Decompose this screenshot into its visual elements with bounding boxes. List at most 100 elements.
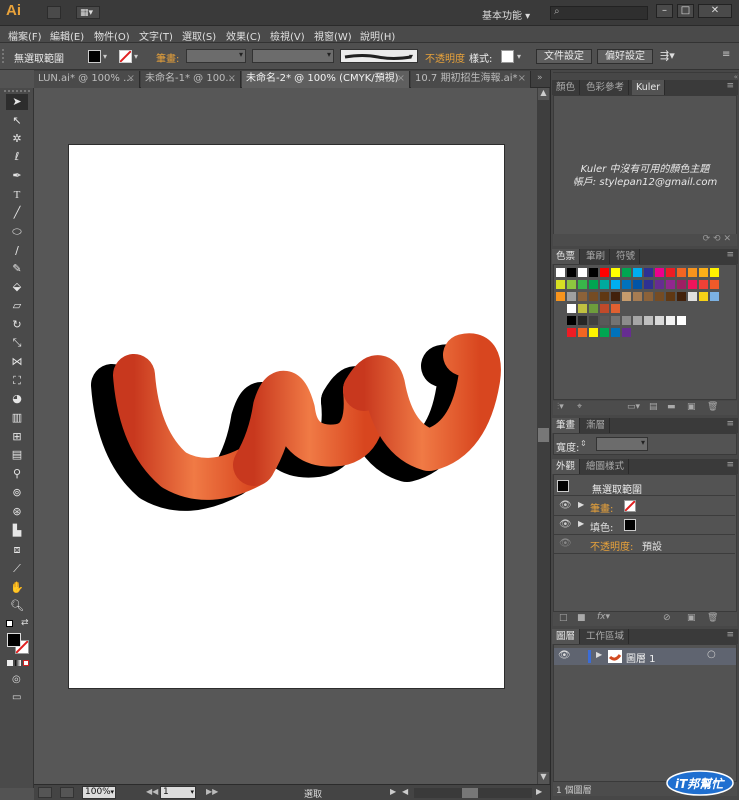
menu-select[interactable]: 選取(S) bbox=[182, 28, 216, 43]
color-swatch[interactable] bbox=[556, 292, 565, 301]
hscroll-left-icon[interactable]: ◀ bbox=[402, 787, 408, 796]
swatch-library-icon[interactable]: ⫶▾ bbox=[557, 402, 564, 412]
color-swatch[interactable] bbox=[633, 316, 642, 325]
slice-tool-icon[interactable]: ⟋ bbox=[6, 561, 28, 577]
gradient-tool-icon[interactable]: ▤ bbox=[6, 447, 28, 463]
direct-selection-tool-icon[interactable]: ↖ bbox=[6, 113, 28, 129]
menu-object[interactable]: 物件(O) bbox=[94, 28, 130, 43]
chevron-down-icon[interactable]: ▾ bbox=[103, 52, 107, 61]
fill-black-swatch[interactable] bbox=[624, 519, 636, 531]
color-swatch[interactable] bbox=[622, 328, 631, 337]
stroke-attribute-label[interactable]: 筆畫: bbox=[590, 500, 613, 515]
color-swatch[interactable] bbox=[699, 268, 708, 277]
color-swatch[interactable] bbox=[666, 280, 675, 289]
color-swatch[interactable] bbox=[611, 304, 620, 313]
help-search-input[interactable]: ⌕ bbox=[550, 6, 648, 20]
add-effect-icon[interactable]: fx▾ bbox=[597, 612, 610, 622]
arrange-icon[interactable]: ⇶▾ bbox=[660, 49, 675, 62]
color-swatch[interactable] bbox=[622, 292, 631, 301]
tab-document-lun[interactable]: LUN.ai* @ 100% ... × bbox=[34, 71, 140, 88]
tab-document-untitled-2[interactable]: 未命名-2* @ 100% (CMYK/預視) × bbox=[242, 71, 410, 88]
refresh-icon[interactable]: ⟳ bbox=[703, 234, 711, 244]
color-swatch[interactable] bbox=[699, 280, 708, 289]
export-icon[interactable] bbox=[60, 787, 74, 798]
stepper-icon[interactable]: ⇕ bbox=[580, 437, 594, 451]
color-swatch[interactable] bbox=[622, 316, 631, 325]
selection-tool-icon[interactable]: ➤ bbox=[6, 94, 28, 110]
tab-stroke[interactable]: 筆畫 bbox=[552, 418, 581, 433]
horizontal-scrollbar[interactable] bbox=[414, 788, 532, 798]
color-swatch[interactable] bbox=[655, 292, 664, 301]
color-swatch[interactable] bbox=[611, 292, 620, 301]
delete-icon[interactable]: 🗑︎ bbox=[707, 402, 718, 412]
menu-window[interactable]: 視窗(W) bbox=[314, 28, 352, 43]
close-tab-icon[interactable]: × bbox=[228, 71, 236, 87]
default-colors-icon[interactable] bbox=[6, 620, 13, 627]
zoom-tool-icon[interactable]: 🔍︎ bbox=[6, 598, 28, 614]
color-swatch[interactable] bbox=[589, 328, 598, 337]
artboard[interactable] bbox=[68, 144, 505, 689]
layer-row[interactable]: 👁︎ ▶ 圖層 1 ○ bbox=[554, 648, 736, 665]
add-fill-icon[interactable]: ■ bbox=[577, 613, 586, 623]
menu-help[interactable]: 說明(H) bbox=[360, 28, 395, 43]
preferences-button[interactable]: 偏好設定 bbox=[597, 49, 653, 64]
free-transform-icon[interactable]: ⛶ bbox=[6, 373, 28, 389]
gradient-mode-icon[interactable] bbox=[15, 660, 21, 666]
eye-icon[interactable]: 👁︎ bbox=[558, 650, 571, 661]
tab-brushes[interactable]: 筆刷 bbox=[582, 249, 611, 264]
tab-graphic-styles[interactable]: 繪圖樣式 bbox=[582, 459, 630, 474]
color-swatch[interactable] bbox=[710, 268, 719, 277]
bridge-icon[interactable] bbox=[47, 6, 61, 19]
scroll-down-icon[interactable]: ▼ bbox=[538, 772, 549, 784]
color-swatch[interactable] bbox=[710, 292, 719, 301]
menu-file[interactable]: 檔案(F) bbox=[8, 28, 42, 43]
eraser-icon[interactable]: ▱ bbox=[6, 298, 28, 314]
color-swatch[interactable] bbox=[644, 292, 653, 301]
color-swatch[interactable] bbox=[589, 268, 598, 277]
tab-symbols[interactable]: 符號 bbox=[612, 249, 641, 264]
line-tool-icon[interactable]: ╱ bbox=[6, 205, 28, 221]
rotate-tool-icon[interactable]: ↻ bbox=[6, 317, 28, 333]
panel-menu-icon[interactable]: ≡ bbox=[722, 49, 730, 60]
draw-mode-icon[interactable]: ◎ bbox=[12, 674, 21, 685]
color-swatch[interactable] bbox=[688, 268, 697, 277]
tab-overflow-icon[interactable]: » bbox=[537, 73, 543, 83]
color-swatch[interactable] bbox=[600, 292, 609, 301]
tab-document-poster[interactable]: 10.7 期初招生海報.ai* × bbox=[411, 71, 531, 88]
panel-menu-icon[interactable]: ≡ bbox=[726, 250, 734, 260]
tab-appearance[interactable]: 外觀 bbox=[552, 459, 581, 474]
color-swatch[interactable] bbox=[589, 280, 598, 289]
clear-appearance-icon[interactable]: ⊘ bbox=[663, 613, 671, 623]
arrange-documents-icon[interactable]: ▦▾ bbox=[76, 6, 100, 19]
tab-gradient[interactable]: 漸層 bbox=[582, 418, 611, 433]
color-swatch[interactable] bbox=[699, 292, 708, 301]
color-swatch[interactable] bbox=[666, 268, 675, 277]
blend-tool-icon[interactable]: ⊚ bbox=[6, 485, 28, 501]
color-swatch[interactable] bbox=[556, 280, 565, 289]
tab-artboards[interactable]: 工作區域 bbox=[582, 629, 630, 644]
appearance-stroke-row[interactable]: 👁︎ ▶ 筆畫: bbox=[554, 497, 735, 516]
expand-layer-icon[interactable]: ▶ bbox=[596, 650, 602, 659]
color-swatch[interactable] bbox=[589, 292, 598, 301]
stroke-none-swatch[interactable] bbox=[624, 500, 636, 512]
tab-document-untitled-1[interactable]: 未命名-1* @ 100... × bbox=[141, 71, 241, 88]
color-swatch[interactable] bbox=[688, 292, 697, 301]
color-swatch[interactable] bbox=[644, 280, 653, 289]
disclosure-triangle-icon[interactable]: ▶ bbox=[578, 519, 584, 528]
color-swatch[interactable] bbox=[622, 268, 631, 277]
opacity-attribute-label[interactable]: 不透明度: bbox=[590, 538, 633, 553]
color-swatch[interactable] bbox=[600, 280, 609, 289]
color-swatch[interactable] bbox=[677, 292, 686, 301]
swap-colors-icon[interactable]: ⇄ bbox=[21, 618, 29, 628]
eye-icon[interactable]: 👁︎ bbox=[559, 500, 572, 511]
color-swatch[interactable] bbox=[655, 280, 664, 289]
link-icon[interactable]: ⟲ bbox=[713, 234, 721, 244]
color-swatch[interactable] bbox=[600, 268, 609, 277]
hscroll-right-icon[interactable]: ▶ bbox=[536, 787, 542, 796]
color-swatch[interactable] bbox=[567, 316, 576, 325]
panel-menu-icon[interactable]: ≡ bbox=[726, 630, 734, 640]
color-swatch[interactable] bbox=[666, 292, 675, 301]
tools-icon[interactable]: ✕ bbox=[723, 234, 731, 244]
status-menu-icon[interactable]: ▶ bbox=[390, 787, 396, 796]
color-swatch[interactable] bbox=[611, 316, 620, 325]
